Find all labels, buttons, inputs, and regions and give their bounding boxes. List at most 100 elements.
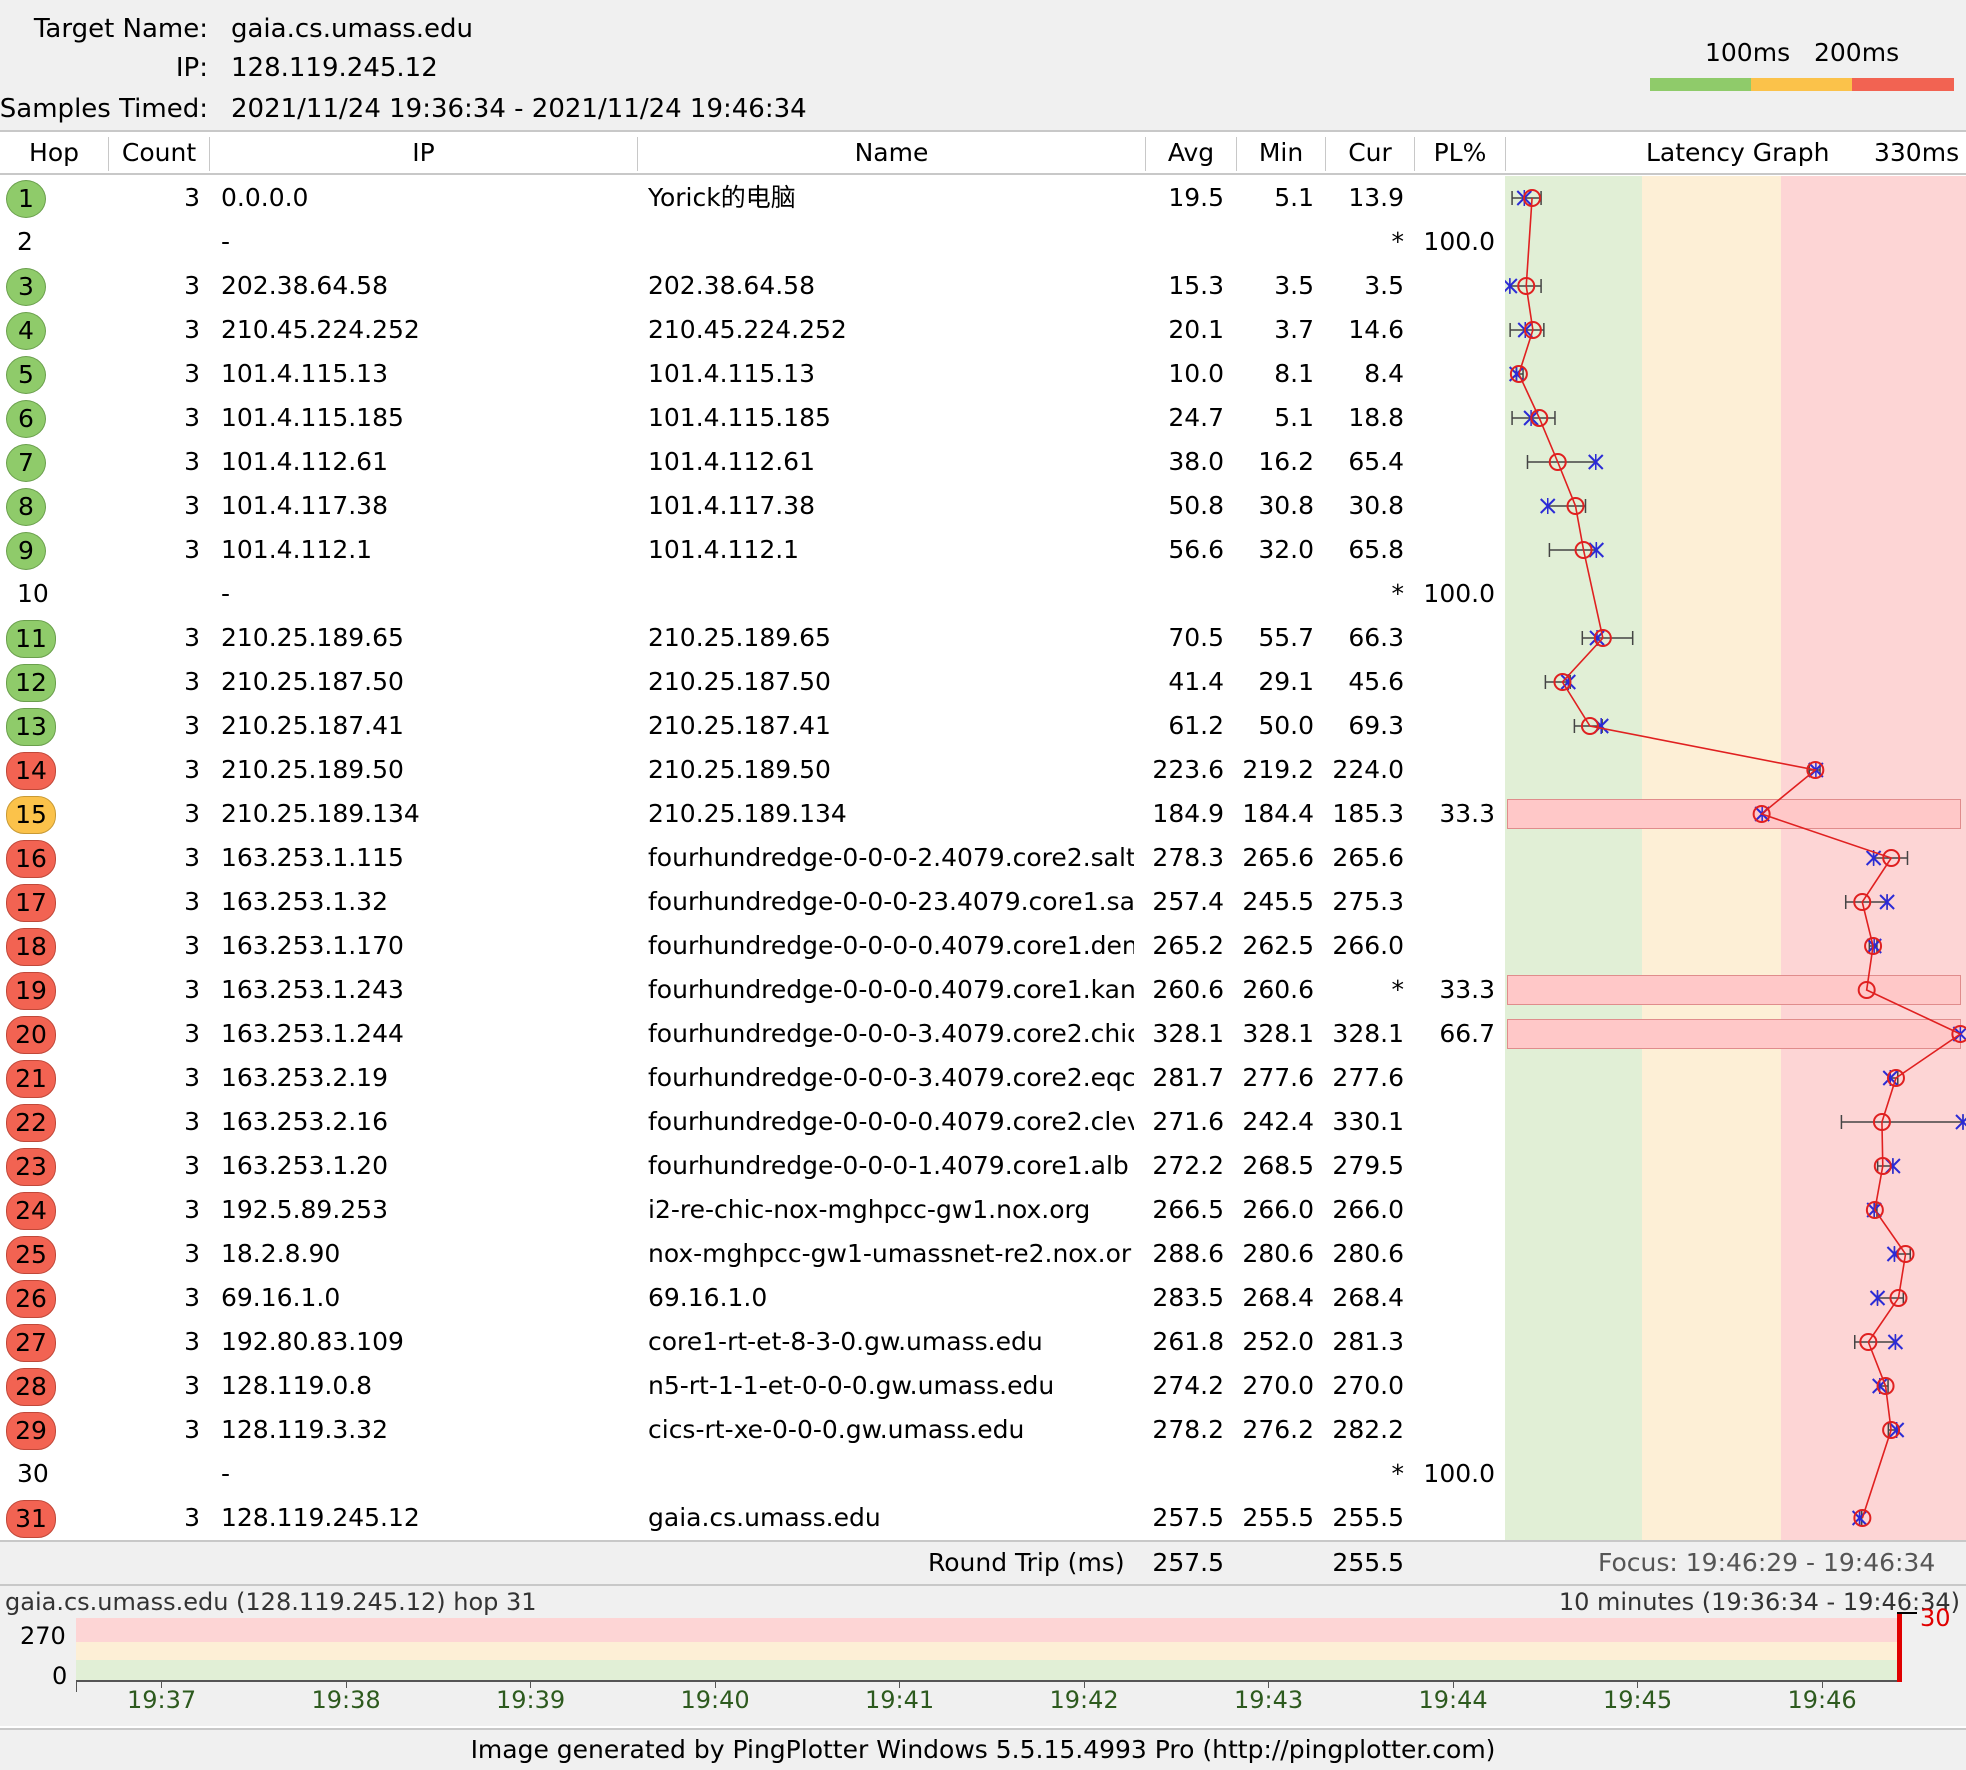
hop-count: 3 (184, 1415, 200, 1444)
hop-ip: 0.0.0.0 (221, 183, 309, 212)
timeline-tick-label: 19:46 (1787, 1686, 1857, 1714)
column-hop[interactable]: Hop (0, 133, 108, 173)
hop-ip: 128.119.245.12 (221, 1503, 420, 1532)
round-trip-avg: 257.5 (1152, 1548, 1224, 1577)
hop-min: 16.2 (1258, 447, 1314, 476)
column-pl[interactable]: PL% (1415, 133, 1505, 173)
hop-row[interactable]: 24 3 192.5.89.253 i2-re-chic-nox-mghpcc-gw1… (0, 1188, 1505, 1232)
hop-row[interactable]: 23 3 163.253.1.20 fourhundredge-0-0-0-1.407… (0, 1144, 1505, 1188)
target-ip-value: 128.119.245.12 (231, 53, 438, 83)
hop-row[interactable]: 1 3 0.0.0.0 Yorick的电脑 19.5 5.1 13.9 (0, 176, 1505, 220)
hop-cur: 69.3 (1348, 711, 1404, 740)
hop-avg: 265.2 (1152, 931, 1224, 960)
column-cur[interactable]: Cur (1326, 133, 1414, 173)
scale-100ms-label: 100ms (1705, 38, 1791, 67)
column-min[interactable]: Min (1237, 133, 1325, 173)
hop-min: 276.2 (1242, 1415, 1314, 1444)
hop-avg: 70.5 (1168, 623, 1224, 652)
hop-number: 6 (6, 400, 46, 438)
hop-min: 30.8 (1258, 491, 1314, 520)
hop-row[interactable]: 4 3 210.45.224.252 210.45.224.252 20.1 3.7 14.… (0, 308, 1505, 352)
hop-row[interactable]: 30 - * 100.0 (0, 1452, 1505, 1496)
hop-ip: 163.253.1.115 (221, 843, 404, 872)
hop-ip: 163.253.1.244 (221, 1019, 404, 1048)
hop-min: 260.6 (1242, 975, 1314, 1004)
scale-yellow-segment (1751, 78, 1852, 91)
hop-min: 268.4 (1242, 1283, 1314, 1312)
scale-green-segment (1650, 78, 1751, 91)
hop-name: fourhundredge-0-0-0-0.4079.core2.clev (648, 1107, 1134, 1136)
column-avg[interactable]: Avg (1146, 133, 1236, 173)
hop-row[interactable]: 31 3 128.119.245.12 gaia.cs.umass.edu 257.5 2… (0, 1496, 1505, 1540)
hop-row[interactable]: 7 3 101.4.112.61 101.4.112.61 38.0 16.2 65.4 (0, 440, 1505, 484)
hop-row[interactable]: 2 - * 100.0 (0, 220, 1505, 264)
hop-row[interactable]: 21 3 163.253.2.19 fourhundredge-0-0-0-3.407… (0, 1056, 1505, 1100)
hop-pl (1415, 308, 1495, 352)
hop-pl (1415, 880, 1495, 924)
hop-number: 21 (6, 1060, 56, 1098)
hop-row[interactable]: 29 3 128.119.3.32 cics-rt-xe-0-0-0.gw.umass… (0, 1408, 1505, 1452)
hop-row[interactable]: 27 3 192.80.83.109 core1-rt-et-8-3-0.gw.uma… (0, 1320, 1505, 1364)
hop-count: 3 (184, 623, 200, 652)
column-latency-graph[interactable]: Latency Graph (1646, 133, 1829, 173)
hop-row[interactable]: 26 3 69.16.1.0 69.16.1.0 283.5 268.4 268.4 (0, 1276, 1505, 1320)
hop-row[interactable]: 9 3 101.4.112.1 101.4.112.1 56.6 32.0 65.8 (0, 528, 1505, 572)
hop-ip: - (221, 579, 231, 608)
hop-avg: 257.5 (1152, 1503, 1224, 1532)
hop-avg: 274.2 (1152, 1371, 1224, 1400)
hop-pl (1415, 1276, 1495, 1320)
hop-pl (1415, 1100, 1495, 1144)
hop-row[interactable]: 3 3 202.38.64.58 202.38.64.58 15.3 3.5 3.5 (0, 264, 1505, 308)
hop-count: 3 (184, 1327, 200, 1356)
hop-number: 7 (6, 444, 46, 482)
hop-ip: 101.4.115.185 (221, 403, 404, 432)
hop-row[interactable]: 14 3 210.25.189.50 210.25.189.50 223.6 219.2 2… (0, 748, 1505, 792)
focus-range[interactable]: Focus: 19:46:29 - 19:46:34 (1598, 1542, 1935, 1584)
hop-row[interactable]: 15 3 210.25.189.134 210.25.189.134 184.9 184.… (0, 792, 1505, 836)
hop-row[interactable]: 8 3 101.4.117.38 101.4.117.38 50.8 30.8 30.8 (0, 484, 1505, 528)
hop-min: 50.0 (1258, 711, 1314, 740)
hop-ip: 163.253.1.243 (221, 975, 404, 1004)
hop-name: fourhundredge-0-0-0-3.4079.core2.chic (648, 1019, 1134, 1048)
hop-row[interactable]: 10 - * 100.0 (0, 572, 1505, 616)
hop-number: 12 (6, 664, 56, 702)
column-graph-max: 330ms (1874, 138, 1960, 167)
hop-count: 3 (184, 711, 200, 740)
column-header-row: Hop Count IP Name Avg Min Cur PL% Latenc… (0, 133, 1966, 175)
hop-row[interactable]: 11 3 210.25.189.65 210.25.189.65 70.5 55.7 66.… (0, 616, 1505, 660)
hop-row[interactable]: 17 3 163.253.1.32 fourhundredge-0-0-0-23.40… (0, 880, 1505, 924)
hop-row[interactable]: 19 3 163.253.1.243 fourhundredge-0-0-0-0.40… (0, 968, 1505, 1012)
hop-row[interactable]: 12 3 210.25.187.50 210.25.187.50 41.4 29.1 45.… (0, 660, 1505, 704)
hop-ip: 163.253.1.170 (221, 931, 404, 960)
hop-row[interactable]: 20 3 163.253.1.244 fourhundredge-0-0-0-3.40… (0, 1012, 1505, 1056)
column-ip[interactable]: IP (210, 133, 637, 173)
hop-cur: 65.4 (1348, 447, 1404, 476)
hop-pl (1415, 264, 1495, 308)
column-count[interactable]: Count (109, 133, 209, 173)
timeline-focus-marker[interactable] (1897, 1612, 1902, 1682)
hop-row[interactable]: 18 3 163.253.1.170 fourhundredge-0-0-0-0.40… (0, 924, 1505, 968)
hop-row[interactable]: 16 3 163.253.1.115 fourhundredge-0-0-0-2.40… (0, 836, 1505, 880)
hop-row[interactable]: 6 3 101.4.115.185 101.4.115.185 24.7 5.1 18.8 (0, 396, 1505, 440)
hop-min: 280.6 (1242, 1239, 1314, 1268)
hop-row[interactable]: 5 3 101.4.115.13 101.4.115.13 10.0 8.1 8.4 (0, 352, 1505, 396)
hop-avg: 223.6 (1152, 755, 1224, 784)
hop-row[interactable]: 22 3 163.253.2.16 fourhundredge-0-0-0-0.407… (0, 1100, 1505, 1144)
hop-count: 3 (184, 535, 200, 564)
hop-number: 14 (6, 752, 56, 790)
hop-row[interactable]: 13 3 210.25.187.41 210.25.187.41 61.2 50.0 69.… (0, 704, 1505, 748)
hop-number: 13 (6, 708, 56, 746)
hop-number: 11 (6, 620, 56, 658)
hop-number: 19 (6, 972, 56, 1010)
hop-pl: 66.7 (1439, 1019, 1495, 1048)
hop-count (112, 220, 200, 264)
hop-row[interactable]: 25 3 18.2.8.90 nox-mghpcc-gw1-umassnet-re2.… (0, 1232, 1505, 1276)
hop-row[interactable]: 28 3 128.119.0.8 n5-rt-1-1-et-0-0-0.gw.umas… (0, 1364, 1505, 1408)
column-name[interactable]: Name (638, 133, 1145, 173)
hop-cur: 66.3 (1348, 623, 1404, 652)
hop-number: 26 (6, 1280, 56, 1318)
hop-number: 28 (6, 1368, 56, 1406)
hop-avg: 257.4 (1152, 887, 1224, 916)
hop-cur: 265.6 (1332, 843, 1404, 872)
hop-min: 32.0 (1258, 535, 1314, 564)
